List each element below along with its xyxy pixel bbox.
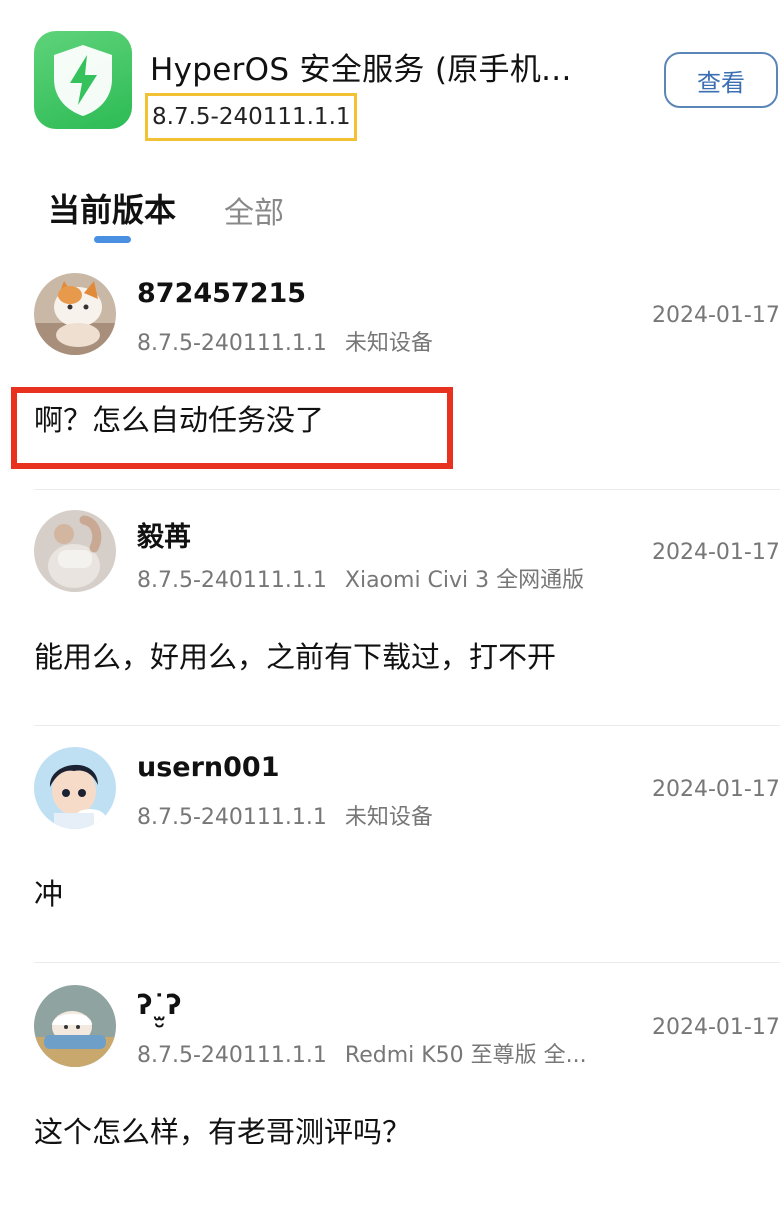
person-avatar[interactable] (34, 510, 116, 592)
comment-username[interactable]: 毅苒 (137, 515, 191, 554)
comment-version: 8.7.5-240111.1.1 (137, 1043, 327, 1068)
comment-date: 2024-01-17 (652, 303, 780, 328)
comment-date: 2024-01-17 (652, 777, 780, 802)
app-title: HyperOS 安全服务 (原手机... (150, 52, 572, 88)
comment-version: 8.7.5-240111.1.1 (137, 331, 327, 356)
comment-date: 2024-01-17 (652, 1015, 780, 1040)
tab-current-version[interactable]: 当前版本 (48, 185, 176, 231)
comment-device: 未知设备 (344, 331, 433, 356)
comment-date: 2024-01-17 (652, 540, 780, 565)
tab-indicator (94, 236, 131, 243)
view-button[interactable]: 查看 (664, 52, 778, 108)
divider (34, 962, 780, 963)
cat-avatar[interactable] (34, 273, 116, 355)
comment-device: 未知设备 (344, 805, 433, 830)
app-version: 8.7.5-240111.1.1 (145, 93, 357, 141)
comment-meta: 8.7.5-240111.1.1 未知设备 (137, 799, 433, 831)
comment-username[interactable]: 872457215 (137, 278, 306, 309)
comment-text: 这个怎么样，有老哥测评吗？ (34, 1115, 412, 1149)
cartoon-avatar[interactable] (34, 985, 116, 1067)
comment-username[interactable]: ʔ˙̫̮ʔ (137, 990, 181, 1021)
app-shield-icon[interactable] (34, 31, 132, 129)
divider (34, 725, 780, 726)
comment-version: 8.7.5-240111.1.1 (137, 568, 327, 593)
comment-meta: 8.7.5-240111.1.1 Redmi K50 至尊版 全... (137, 1037, 587, 1069)
comment-text: 冲 (34, 877, 64, 911)
app-header: HyperOS 安全服务 (原手机... 8.7.5-240111.1.1 查看 (0, 0, 780, 160)
comment-item: 毅苒 8.7.5-240111.1.1 Xiaomi Civi 3 全网通版 20… (0, 510, 780, 747)
comment-meta: 8.7.5-240111.1.1 Xiaomi Civi 3 全网通版 (137, 562, 584, 594)
anime-boy-avatar[interactable] (34, 747, 116, 829)
comment-username[interactable]: usern001 (137, 752, 280, 783)
comment-item: usern001 8.7.5-240111.1.1 未知设备 2024-01-17… (0, 747, 780, 984)
comment-device: Redmi K50 至尊版 全... (344, 1043, 587, 1068)
comment-text: 能用么，好用么，之前有下载过，打不开 (34, 640, 557, 674)
comment-device: Xiaomi Civi 3 全网通版 (344, 568, 585, 593)
divider (34, 489, 780, 490)
comment-version: 8.7.5-240111.1.1 (137, 805, 327, 830)
comment-item: ʔ˙̫̮ʔ 8.7.5-240111.1.1 Redmi K50 至尊版 全...… (0, 985, 780, 1222)
tab-all[interactable]: 全部 (224, 188, 284, 232)
version-tabs: 当前版本 全部 (0, 175, 780, 245)
comment-meta: 8.7.5-240111.1.1 未知设备 (137, 325, 433, 357)
highlight-box (11, 387, 453, 469)
